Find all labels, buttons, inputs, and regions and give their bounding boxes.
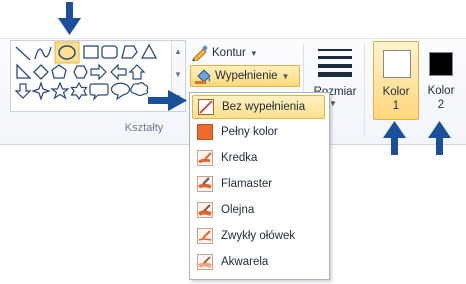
up-arrow-shape-icon[interactable] xyxy=(128,64,146,80)
color1-number: 1 xyxy=(392,100,400,112)
color2-number: 2 xyxy=(437,99,445,111)
pencil-outline-icon xyxy=(192,45,208,61)
outline-label: Kontur xyxy=(212,47,246,59)
left-arrow-shape-icon[interactable] xyxy=(110,63,127,81)
menu-item-oil[interactable]: Olejna xyxy=(192,199,325,221)
outline-dropdown-icon: ▼ xyxy=(249,48,258,58)
crayon-icon xyxy=(197,150,213,166)
curve-shape-icon[interactable] xyxy=(34,46,52,60)
four-point-star-shape-icon[interactable] xyxy=(31,81,51,101)
ribbon-separator xyxy=(364,44,365,136)
rounded-rectangle-shape-icon[interactable] xyxy=(101,45,118,59)
pentagon-shape-icon[interactable] xyxy=(51,64,67,79)
menu-item-crayon[interactable]: Kredka xyxy=(192,147,325,169)
color2-swatch xyxy=(429,52,453,76)
six-point-star-shape-icon[interactable] xyxy=(70,81,88,101)
scroll-up-icon[interactable]: ▲ xyxy=(172,41,184,63)
rounded-callout-shape-icon[interactable] xyxy=(89,83,109,101)
menu-item-no-fill[interactable]: Bez wypełnienia xyxy=(192,95,325,119)
paint-bucket-icon xyxy=(195,69,211,84)
oil-paint-icon xyxy=(197,202,213,218)
marker-icon xyxy=(197,176,213,192)
right-triangle-shape-icon[interactable] xyxy=(16,63,32,79)
right-arrow-shape-icon[interactable] xyxy=(90,63,107,81)
down-arrow-annotation-icon xyxy=(58,2,81,35)
oval-callout-shape-icon[interactable] xyxy=(110,82,131,101)
menu-item-label: Olejna xyxy=(221,204,255,216)
rectangle-shape-icon[interactable] xyxy=(83,45,99,59)
right-arrow-annotation-icon xyxy=(148,90,187,111)
pencil-icon xyxy=(197,228,213,244)
down-arrow-shape-icon[interactable] xyxy=(14,83,32,99)
no-fill-icon xyxy=(198,99,214,115)
watercolor-icon xyxy=(197,254,213,270)
fill-dropdown-menu: Bez wypełnienia Pełny kolor Kredka Flama… xyxy=(189,92,330,280)
solid-color-icon xyxy=(197,124,213,140)
fill-button[interactable]: Wypełnienie ▼ xyxy=(190,65,300,87)
triangle-shape-icon[interactable] xyxy=(140,43,158,59)
color1-label: Kolor xyxy=(382,86,410,98)
menu-item-label: Flamaster xyxy=(221,178,273,190)
color2-label: Kolor xyxy=(427,85,455,97)
oval-shape-icon[interactable] xyxy=(54,41,80,64)
cloud-callout-shape-icon[interactable] xyxy=(130,82,149,97)
fill-label: Wypełnienie xyxy=(215,70,278,82)
color2-button[interactable]: Kolor 2 xyxy=(419,42,463,119)
color1-button[interactable]: Kolor 1 xyxy=(373,41,419,120)
line-width-icon xyxy=(318,49,352,77)
five-point-star-shape-icon[interactable] xyxy=(50,81,70,100)
menu-item-watercolor[interactable]: Akwarela xyxy=(192,251,325,273)
menu-item-label: Pełny kolor xyxy=(221,126,278,138)
up-arrow-annotation-icon xyxy=(428,121,451,155)
shapes-group-label: Kształty xyxy=(124,122,164,134)
menu-item-label: Zwykły ołówek xyxy=(221,230,296,242)
size-dropdown-icon: ▼ xyxy=(329,99,337,108)
up-arrow-annotation-icon xyxy=(383,121,406,155)
diamond-shape-icon[interactable] xyxy=(33,64,49,80)
outline-button[interactable]: Kontur ▼ xyxy=(190,43,295,63)
fill-dropdown-icon: ▼ xyxy=(281,71,290,81)
line-shape-icon[interactable] xyxy=(15,46,31,61)
polygon-shape-icon[interactable] xyxy=(121,45,138,59)
menu-item-label: Akwarela xyxy=(221,256,269,268)
scroll-down-icon[interactable]: ▼ xyxy=(172,64,184,86)
menu-item-label: Kredka xyxy=(221,152,258,164)
menu-item-marker[interactable]: Flamaster xyxy=(192,173,325,195)
menu-item-pencil[interactable]: Zwykły ołówek xyxy=(192,225,325,247)
menu-item-solid-color[interactable]: Pełny kolor xyxy=(192,121,325,143)
hexagon-shape-icon[interactable] xyxy=(73,65,88,79)
color1-swatch xyxy=(383,50,411,78)
menu-item-label: Bez wypełnienia xyxy=(222,101,306,113)
